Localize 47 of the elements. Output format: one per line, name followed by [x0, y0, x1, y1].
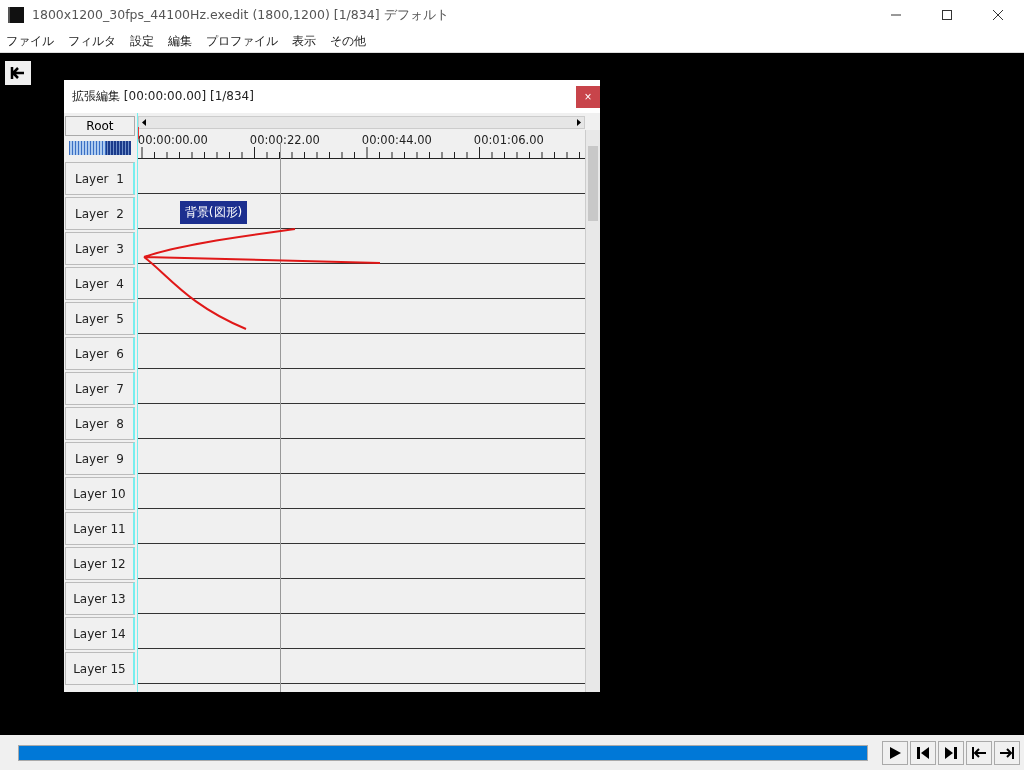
skip-to-end-icon[interactable] [994, 740, 1020, 765]
menu-item[interactable]: プロファイル [206, 32, 278, 50]
layer-button[interactable]: Layer 2 [65, 197, 135, 230]
close-button[interactable]: × [576, 85, 600, 108]
seek-bar[interactable] [18, 744, 868, 761]
layer-button[interactable]: Layer 6 [65, 337, 135, 370]
layer-button[interactable]: Layer 11 [65, 512, 135, 545]
menu-item[interactable]: 編集 [168, 32, 192, 50]
menu-item[interactable]: フィルタ [68, 32, 116, 50]
layer-button[interactable]: Layer 10 [65, 477, 135, 510]
layer-button[interactable]: Layer 8 [65, 407, 135, 440]
layer-button[interactable]: Layer 12 [65, 547, 135, 580]
layer-button[interactable]: Layer 7 [65, 372, 135, 405]
close-icon[interactable] [992, 9, 1004, 21]
film-icon [8, 7, 24, 23]
layer-track[interactable]: 背景(図形) [137, 194, 585, 229]
layer-button[interactable]: Layer 1 [65, 162, 135, 195]
window-title: 1800x1200_30fps_44100Hz.exedit (1800,1200) [1/834] デフォルト [32, 6, 450, 24]
time-label: 00:01:06.00 [473, 133, 545, 147]
menu-item[interactable]: その他 [330, 32, 366, 50]
timeline-title: 拡張編集 [00:00:00.00] [1/834] [72, 88, 255, 105]
timeline-clip[interactable]: 背景(図形) [179, 201, 248, 224]
menu-item[interactable]: 設定 [130, 32, 154, 50]
jump-to-start-icon[interactable] [5, 61, 31, 85]
scroll-left-icon[interactable] [140, 118, 148, 127]
layer-button[interactable]: Layer 4 [65, 267, 135, 300]
zoom-slider[interactable] [69, 141, 131, 155]
previous-frame-icon[interactable] [910, 740, 936, 765]
layer-button[interactable]: Layer 9 [65, 442, 135, 475]
time-label: 00:00:44.00 [361, 133, 433, 147]
layer-button[interactable]: Layer 15 [65, 652, 135, 685]
layer-button[interactable]: Layer 14 [65, 617, 135, 650]
maximize-icon[interactable] [941, 9, 953, 21]
next-frame-icon[interactable] [938, 740, 964, 765]
layer-button[interactable]: Layer 5 [65, 302, 135, 335]
skip-to-start-icon[interactable] [966, 740, 992, 765]
scroll-right-icon[interactable] [575, 118, 582, 127]
vertical-scrollbar[interactable] [585, 130, 600, 692]
menu-item[interactable]: ファイル [6, 32, 54, 50]
time-label: 00:00:00.00 [137, 133, 209, 147]
time-label: 00:00:22.00 [249, 133, 321, 147]
layer-button[interactable]: Layer 13 [65, 582, 135, 615]
root-button[interactable]: Root [65, 116, 135, 136]
play-icon[interactable] [882, 740, 908, 765]
layer-button[interactable]: Layer 3 [65, 232, 135, 265]
menu-item[interactable]: 表示 [292, 32, 316, 50]
horizontal-scrollbar[interactable] [137, 116, 585, 129]
